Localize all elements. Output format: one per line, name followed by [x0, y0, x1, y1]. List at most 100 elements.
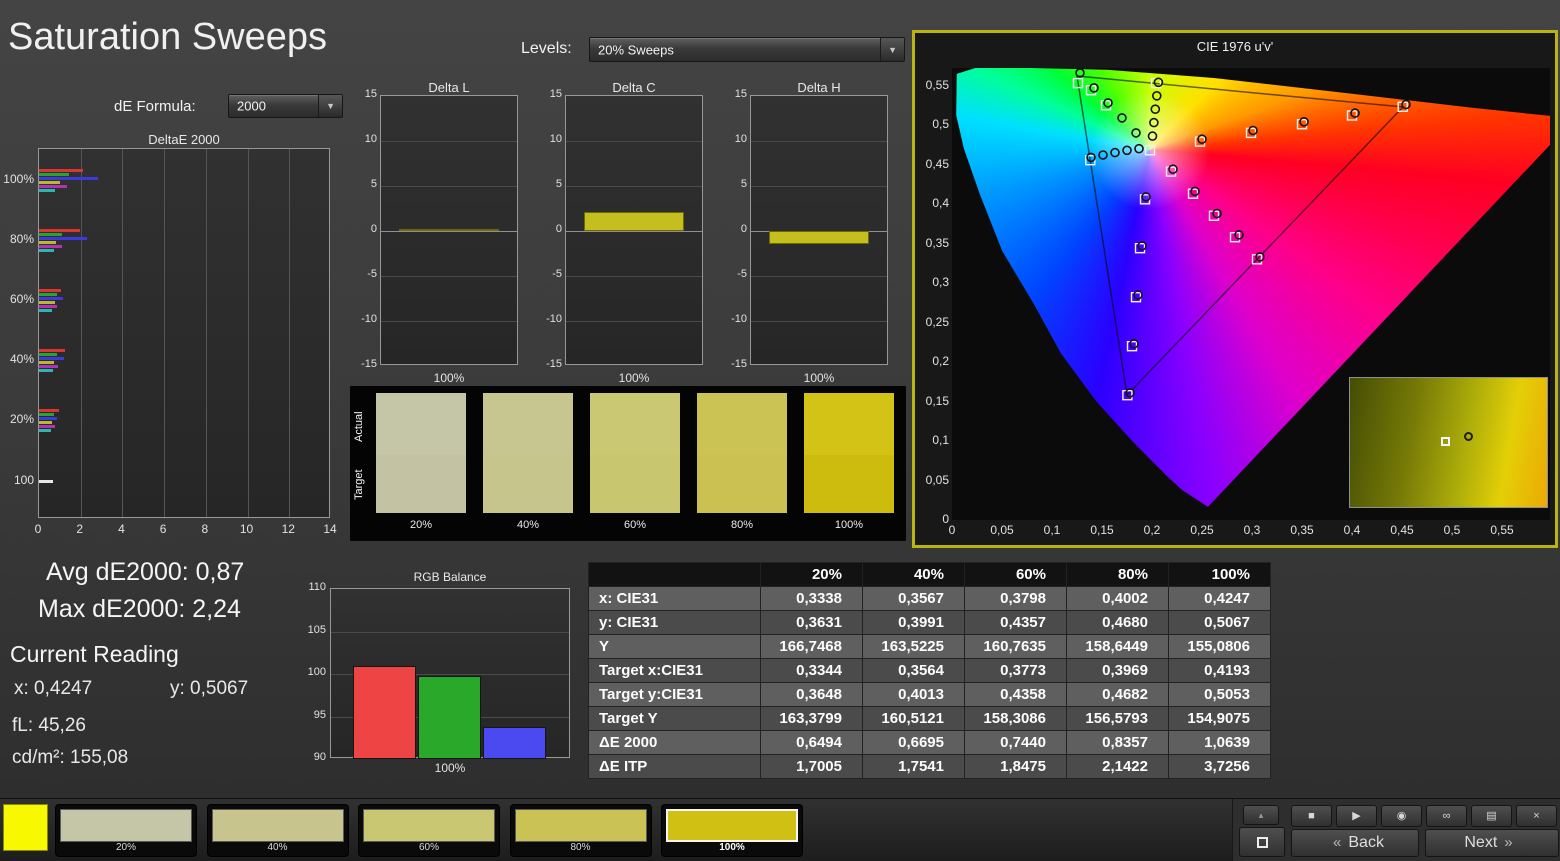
axis-tick-label: 0,5 [932, 117, 949, 131]
bar [39, 169, 83, 172]
de-formula-dropdown[interactable]: 2000 ▼ [228, 94, 343, 118]
chevron-right-icon: » [1504, 834, 1513, 851]
row-label: x: CIE31 [588, 586, 761, 611]
cell-value: 0,3798 [964, 586, 1067, 611]
axis-tick-label: -10 [361, 313, 377, 325]
cell-value: 2,1422 [1066, 754, 1169, 779]
axis-tick-label: 0,4 [1343, 523, 1361, 537]
back-button[interactable]: « Back [1291, 829, 1419, 857]
bar [399, 229, 499, 231]
grid-line [289, 149, 290, 517]
row-label: Y [588, 634, 761, 659]
bar [39, 309, 52, 312]
cell-value: 0,6494 [760, 730, 863, 755]
cell-value: 0,3344 [760, 658, 863, 683]
bar [39, 361, 54, 364]
bar [39, 289, 61, 292]
cell-value: 3,7256 [1168, 754, 1271, 779]
axis-tick-label: 0,55 [925, 77, 949, 92]
axis-tick-label: 0,5 [1443, 523, 1461, 537]
table-row: Y 166,7468 163,5225 160,7635 158,6449 155,080… [588, 634, 1271, 659]
axis-tick-label: 4 [118, 522, 125, 536]
measurement-marker [1134, 143, 1144, 154]
chevron-down-icon: ▼ [888, 44, 897, 55]
play-icon[interactable]: ▶ [1336, 805, 1377, 827]
row-label: ΔE ITP [588, 754, 761, 779]
saturation-level-button-60%[interactable]: 60% [358, 804, 500, 857]
current-reading-x: x: 0,4247 [14, 678, 93, 699]
actual-swatch [376, 393, 466, 455]
stop-large-button[interactable] [1239, 827, 1285, 857]
grid-line [331, 631, 569, 633]
axis-tick-label: 10 [364, 133, 377, 145]
zero-line [566, 231, 702, 232]
axis-tick-label: 90 [313, 751, 326, 763]
cell-value: 0,3631 [760, 610, 863, 635]
axis-tick-label: 0 [948, 523, 956, 537]
axis-tick-label: 80% [9, 232, 34, 246]
swatch-button-label: 40% [267, 842, 288, 853]
measurement-marker [1122, 145, 1132, 156]
target-marker [1245, 127, 1257, 139]
axis-tick-label: 0,25 [1190, 523, 1214, 537]
axis-tick-label: 10 [549, 133, 562, 145]
cell-value: 0,5067 [1168, 610, 1271, 635]
bar [39, 349, 66, 352]
table-row: Target y:CIE31 0,3648 0,4013 0,4358 0,4682 0,… [588, 682, 1271, 707]
row-label: Target x:CIE31 [588, 658, 761, 683]
y-axis-labels: 15 10 5 0 -5 -10 -15 [541, 80, 562, 380]
next-button[interactable]: Next » [1425, 829, 1559, 857]
saturation-level-button-80%[interactable]: 80% [509, 804, 652, 857]
axis-tick-label: -5 [552, 268, 562, 280]
grid-line [566, 186, 702, 187]
grid-line [751, 141, 887, 142]
stop-large-icon [1256, 837, 1268, 849]
cell-value: 158,3086 [964, 706, 1067, 731]
axis-tick-label: 2 [76, 522, 84, 536]
row-label: Target Y [588, 706, 761, 731]
saturation-level-button-100%[interactable]: 100% [661, 804, 803, 857]
swatch-items: 20% 40% 60% 80% 100% [350, 386, 906, 541]
cell-value: 0,4680 [1066, 610, 1169, 635]
de-formula-value: 2000 [237, 98, 266, 114]
bar [39, 177, 99, 180]
table-header-row: 20% 40% 60% 80% 100% [588, 562, 1271, 587]
collapse-button[interactable]: ▴ [1243, 805, 1279, 825]
levels-dropdown[interactable]: 20% Sweeps ▼ [589, 37, 905, 62]
cell-value: 0,3969 [1066, 658, 1169, 683]
axis-tick-label: 15 [549, 88, 562, 100]
cell-value: 160,7635 [964, 634, 1067, 659]
axis-label: 100% [803, 371, 835, 385]
loop-icon[interactable]: ∞ [1426, 805, 1467, 827]
chart-title: CIE 1976 u'v' [1196, 39, 1274, 54]
target-marker [1194, 136, 1206, 147]
delta-l-chart: Delta L 15 10 5 0 -5 -10 -15 100% [356, 80, 520, 396]
saturation-level-button-20%[interactable]: 20% [55, 804, 197, 857]
y-axis-labels: 15 10 5 0 -5 -10 -15 [726, 80, 747, 380]
axis-label: 100% [434, 761, 466, 775]
grid-line [751, 186, 887, 187]
grid-icon[interactable]: ▤ [1471, 805, 1512, 827]
collapse-icon: ▴ [1258, 809, 1264, 820]
saturation-level-button-40%[interactable]: 40% [206, 804, 349, 857]
plot-area [750, 95, 888, 365]
cell-value: 0,7440 [964, 730, 1067, 755]
y-axis-labels: 15 10 5 0 -5 -10 -15 [356, 80, 377, 380]
bar [39, 301, 55, 304]
plot-area [565, 95, 703, 365]
cell-value: 0,3338 [760, 586, 863, 611]
cell-value: 0,4013 [862, 682, 965, 707]
transport-controls: ▴ ■ ▶ ◉ ∞ ▤ × « Back Next » [1232, 799, 1560, 861]
avg-de2000-readout: Avg dE2000: 0,87 [46, 558, 245, 586]
bar [39, 417, 57, 420]
next-label: Next [1464, 834, 1498, 851]
bar [39, 365, 58, 368]
swatch-color [666, 809, 798, 842]
row-label: ΔE 2000 [588, 730, 761, 755]
actual-swatch [804, 393, 894, 455]
stop-icon[interactable]: ■ [1291, 805, 1332, 827]
record-icon[interactable]: ◉ [1381, 805, 1422, 827]
measurement-marker [1350, 108, 1360, 118]
page-title: Saturation Sweeps [8, 16, 327, 58]
close-icon[interactable]: × [1516, 805, 1557, 827]
